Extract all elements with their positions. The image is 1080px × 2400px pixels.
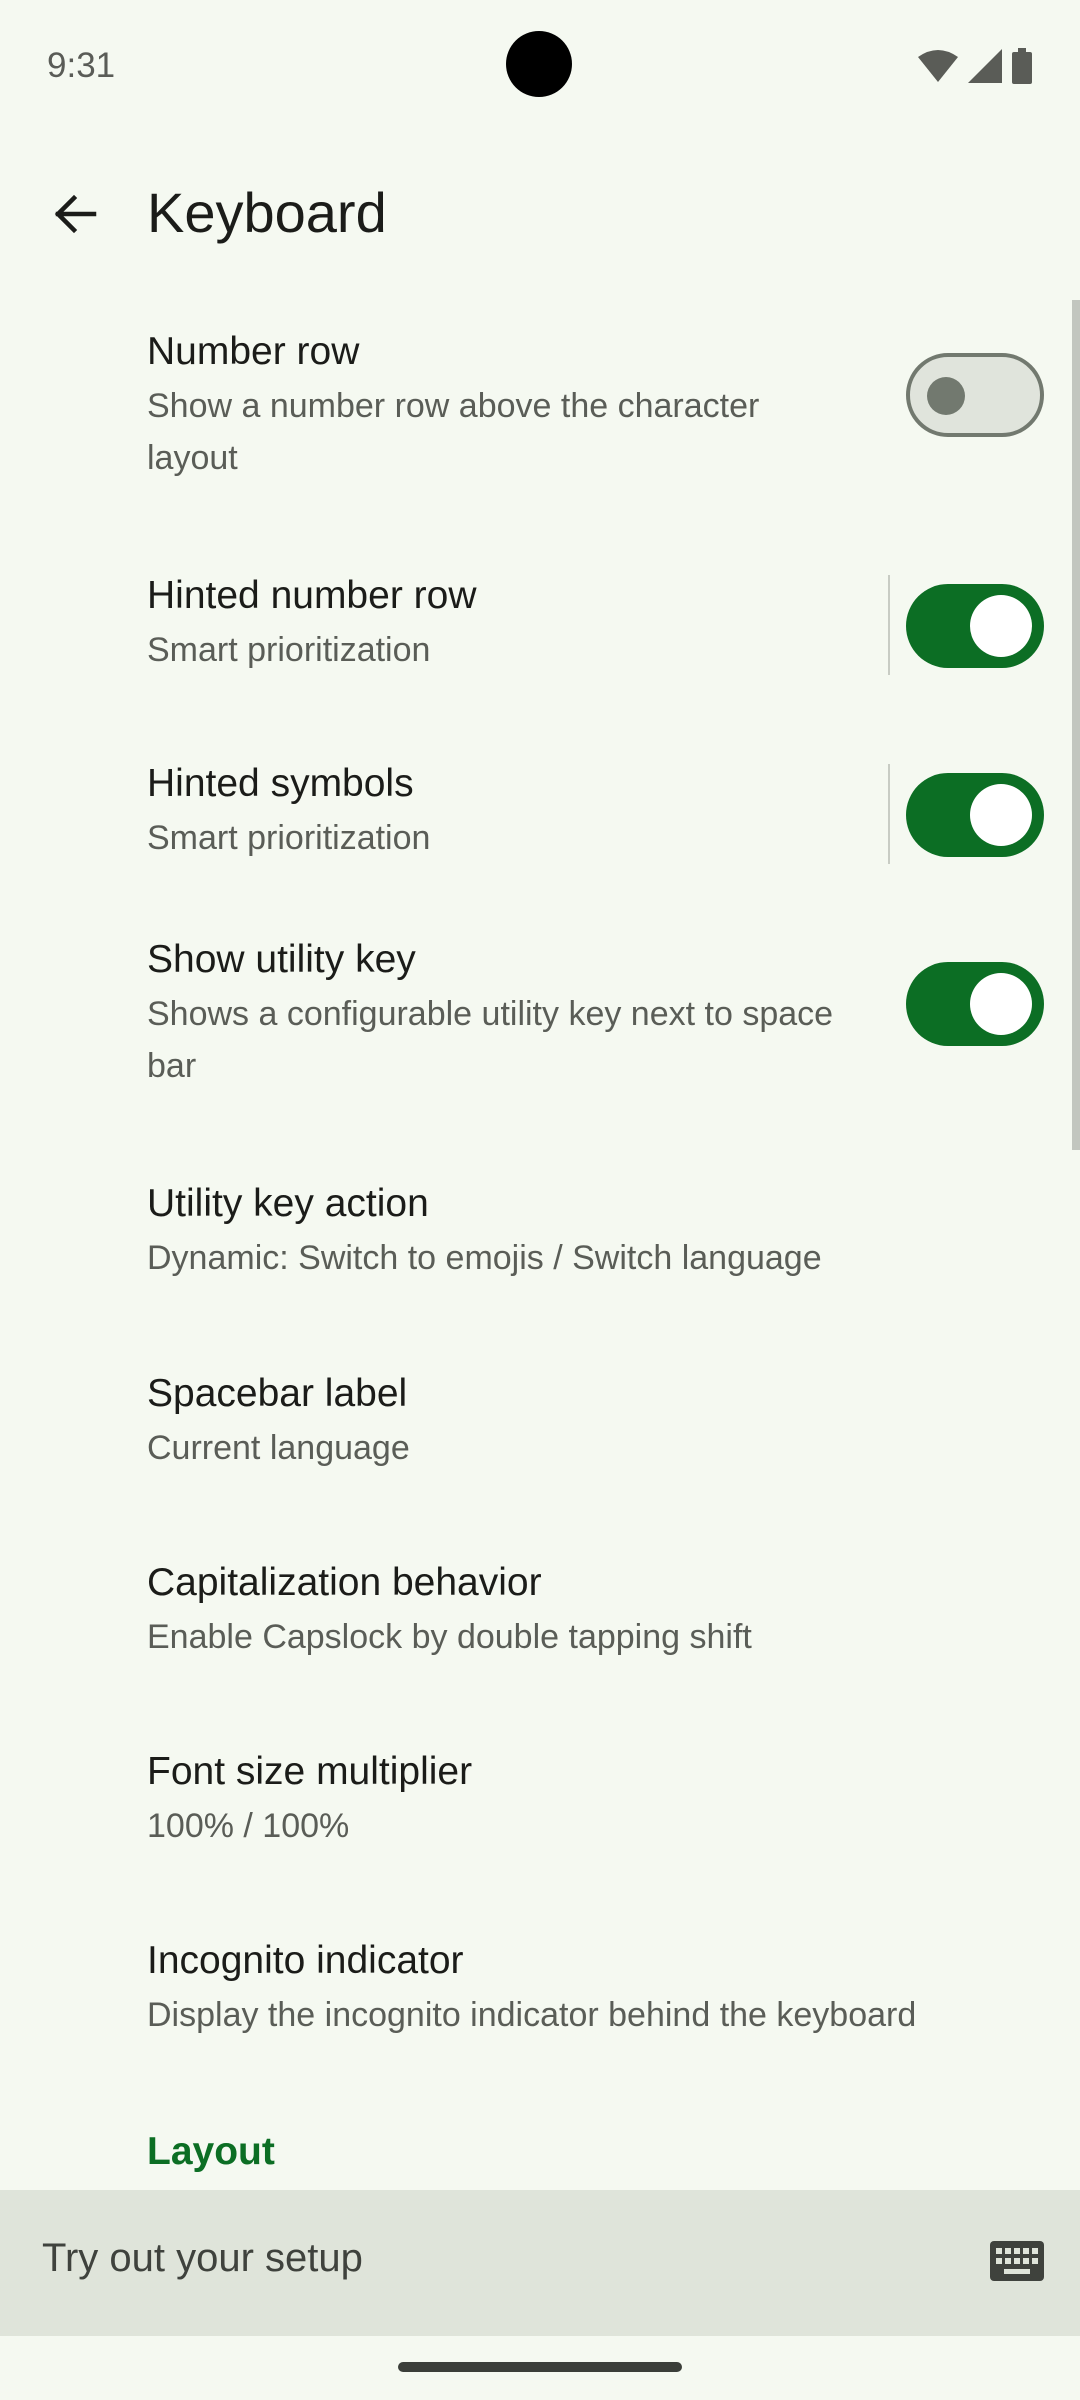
gesture-nav-handle[interactable] — [398, 2362, 682, 2372]
try-out-field[interactable]: Try out your setup — [0, 2190, 1080, 2336]
back-button[interactable] — [44, 184, 104, 244]
setting-subtitle: Dynamic: Switch to emojis / Switch langu… — [147, 1239, 822, 1277]
app-bar: Keyboard — [0, 160, 1080, 270]
setting-title: Show utility key — [147, 938, 416, 981]
setting-subtitle: Smart prioritization — [147, 819, 431, 857]
setting-capitalization-behavior[interactable]: Capitalization behavior Enable Capslock … — [0, 1549, 1080, 1699]
status-bar: 9:31 — [0, 0, 1080, 130]
setting-subtitle: 100% / 100% — [147, 1807, 350, 1845]
setting-subtitle: Display the incognito indicator behind t… — [147, 1996, 917, 2034]
battery-icon — [1012, 48, 1032, 84]
toggle-thumb — [970, 595, 1032, 657]
try-out-placeholder: Try out your setup — [42, 2236, 363, 2280]
setting-spacebar-label[interactable]: Spacebar label Current language — [0, 1360, 1080, 1510]
arrow-back-icon — [54, 194, 97, 234]
setting-title: Capitalization behavior — [147, 1561, 542, 1604]
setting-font-size-multiplier[interactable]: Font size multiplier 100% / 100% — [0, 1738, 1080, 1888]
toggle-thumb — [927, 377, 965, 415]
setting-subtitle: Shows a configurable utility key next to… — [147, 995, 834, 1085]
setting-subtitle: Current language — [147, 1429, 410, 1467]
section-header-layout: Layout — [147, 2130, 275, 2173]
front-camera-cutout — [506, 31, 572, 97]
setting-title: Spacebar label — [147, 1372, 408, 1415]
setting-hinted-number-row[interactable]: Hinted number row Smart prioritization — [0, 550, 1080, 700]
setting-title: Number row — [147, 330, 360, 373]
setting-title: Font size multiplier — [147, 1750, 473, 1793]
hinted-symbols-toggle[interactable] — [906, 773, 1044, 857]
keyboard-icon[interactable] — [990, 2241, 1044, 2281]
setting-title: Incognito indicator — [147, 1939, 464, 1982]
setting-show-utility-key[interactable]: Show utility key Shows a configurable ut… — [0, 920, 1080, 1120]
setting-title: Hinted symbols — [147, 762, 414, 805]
setting-number-row[interactable]: Number row Show a number row above the c… — [0, 300, 1080, 500]
page-title: Keyboard — [147, 181, 387, 244]
setting-subtitle: Show a number row above the character la… — [147, 387, 760, 477]
divider — [888, 764, 890, 864]
status-icons — [918, 48, 1032, 84]
setting-subtitle: Smart prioritization — [147, 631, 431, 669]
divider — [888, 575, 890, 675]
setting-title: Hinted number row — [147, 574, 477, 617]
toggle-thumb — [970, 784, 1032, 846]
status-time: 9:31 — [47, 46, 116, 85]
number-row-toggle[interactable] — [906, 353, 1044, 437]
cell-signal-icon — [968, 49, 1002, 83]
setting-subtitle: Enable Capslock by double tapping shift — [147, 1618, 752, 1656]
wifi-icon — [918, 50, 958, 82]
setting-incognito-indicator[interactable]: Incognito indicator Display the incognit… — [0, 1927, 1080, 2077]
setting-utility-key-action[interactable]: Utility key action Dynamic: Switch to em… — [0, 1170, 1080, 1320]
setting-title: Utility key action — [147, 1182, 429, 1225]
show-utility-key-toggle[interactable] — [906, 962, 1044, 1046]
toggle-thumb — [970, 973, 1032, 1035]
hinted-number-row-toggle[interactable] — [906, 584, 1044, 668]
setting-hinted-symbols[interactable]: Hinted symbols Smart prioritization — [0, 740, 1080, 890]
